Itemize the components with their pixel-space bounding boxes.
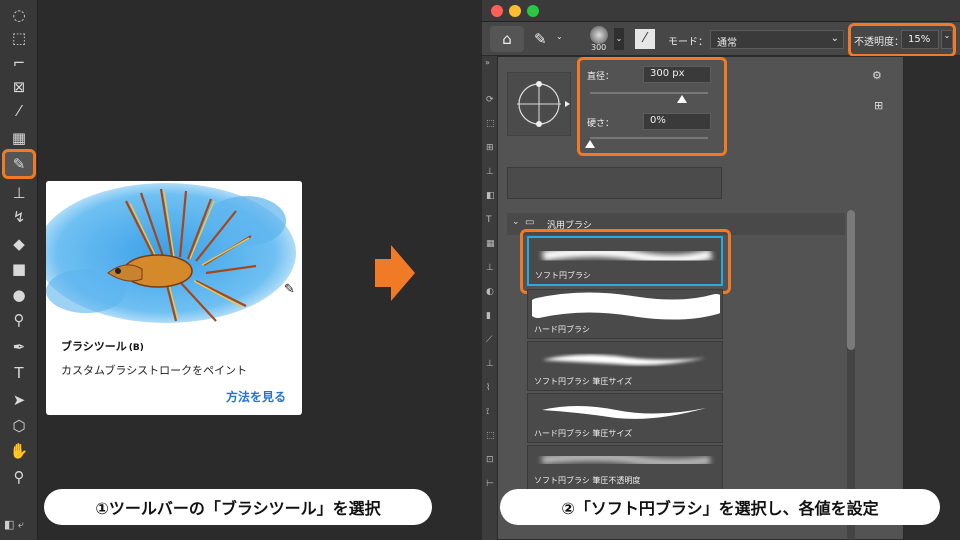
brush-label: ハード円ブラシ 筆圧サイズ (534, 429, 633, 438)
tooltip-description: カスタムブラシストロークをペイント (61, 364, 248, 377)
maximize-window-button[interactable] (527, 5, 539, 17)
clone-stamp-tool-icon[interactable]: ⊥ (7, 182, 31, 204)
new-preset-icon[interactable]: ⊞ (874, 99, 883, 112)
mode-label: モード： (668, 37, 708, 48)
crop-tool-icon[interactable]: ⌐ (7, 52, 31, 74)
lasso-tool-icon[interactable]: ◌ (7, 4, 31, 26)
soft-taper-stroke-preview (542, 354, 706, 366)
frame-tool-icon[interactable]: ⊠ (7, 76, 31, 98)
soft-opacity-stroke-preview (541, 452, 711, 468)
brush-settings-panel-icon[interactable]: ⁄ (635, 29, 655, 49)
hard-stroke-preview (532, 292, 720, 320)
minimize-window-button[interactable] (509, 5, 521, 17)
brush-tool-tooltip: ✎ ブラシツール (B) カスタムブラシストロークをペイント 方法を見る (46, 181, 302, 415)
canvas-area (904, 56, 960, 540)
expand-icon[interactable]: » (485, 58, 490, 67)
step2-caption: ②「ソフト円ブラシ」を選択し、各値を設定 (500, 489, 940, 525)
brush-angle-preview[interactable] (507, 72, 571, 136)
tooltip-shortcut: (B) (128, 343, 144, 353)
close-window-button[interactable] (491, 5, 503, 17)
zoom-tool-icon[interactable]: ⚲ (7, 466, 31, 488)
shape-tool-icon[interactable]: ⬡ (7, 415, 31, 437)
folder-icon: ▭ (525, 217, 535, 228)
eyedropper-tool-icon[interactable]: ⁄ (7, 100, 31, 122)
color-swap-icon[interactable]: ◧ ⤶ (4, 518, 24, 532)
collapsed-tool-glyphs: ⟳ ⬚ ⊞ ⊥ ◧ T ▦ ⊥ ◐ ▮ ⟋ ⊥ ⌇ ⟟ ⬚ ⊡ ⊢ (486, 95, 495, 489)
object-select-tool-icon[interactable]: ⬚ (7, 27, 31, 49)
scrollbar-thumb[interactable] (847, 210, 855, 350)
brush-size-display: 300 (591, 43, 607, 52)
brush-picker-chevron-icon[interactable]: ⌄ (614, 28, 624, 50)
path-select-tool-icon[interactable]: ➤ (7, 389, 31, 411)
tooltip-title: ブラシツール (B) (61, 340, 144, 353)
chevron-down-icon[interactable]: ⌄ (556, 32, 563, 41)
eraser-tool-icon[interactable]: ◆ (7, 233, 31, 255)
mode-select[interactable]: 通常 ⌄ (710, 30, 844, 49)
step1-caption: ①ツールバーの「ブラシツール」を選択 (44, 489, 432, 525)
blur-tool-icon[interactable]: ● (7, 284, 31, 306)
window-titlebar (482, 0, 960, 22)
healing-tool-icon[interactable]: ▦ (7, 127, 31, 149)
type-tool-icon[interactable]: T (7, 362, 31, 384)
gear-icon[interactable]: ⚙ (872, 69, 882, 82)
soft-round-highlight (520, 229, 731, 294)
tools-panel: ◌ ⬚ ⌐ ⊠ ⁄ ▦ ✎ ⊥ ↯ ◆ ■ ● ⚲ ✒ T ➤ ⬡ ✋ ⚲ ◧ ⤶ (0, 0, 38, 540)
svg-text:✎: ✎ (284, 282, 295, 297)
chevron-down-icon: ⌄ (512, 217, 520, 227)
hard-taper-stroke-preview (542, 406, 706, 419)
brush-label: ソフト円ブラシ 筆圧サイズ (534, 377, 633, 386)
opacity-highlight (848, 23, 956, 57)
brush-preset-hard-round-pressure-size[interactable]: ハード円ブラシ 筆圧サイズ (527, 393, 723, 443)
gradient-tool-icon[interactable]: ■ (7, 258, 31, 280)
dodge-tool-icon[interactable]: ⚲ (7, 309, 31, 331)
brush-preset-hard-round[interactable]: ハード円ブラシ (527, 289, 723, 339)
brush-preset-icon[interactable]: ✎ (534, 30, 547, 48)
mode-value: 通常 (717, 38, 737, 49)
lionfish-illustration: ✎ (46, 181, 302, 326)
home-icon[interactable]: ⌂ (490, 26, 524, 52)
size-hardness-highlight (577, 57, 727, 156)
history-brush-tool-icon[interactable]: ↯ (7, 206, 31, 228)
brush-tool-icon[interactable]: ✎ (2, 149, 36, 179)
brush-label: ハード円ブラシ (534, 325, 590, 334)
learn-how-link[interactable]: 方法を見る (226, 388, 286, 405)
hand-tool-icon[interactable]: ✋ (7, 440, 31, 462)
brush-preset-soft-round-pressure-size[interactable]: ソフト円ブラシ 筆圧サイズ (527, 341, 723, 391)
chevron-down-icon: ⌄ (830, 33, 839, 44)
right-arrow-icon (375, 245, 415, 301)
brush-size-preview[interactable] (590, 26, 608, 44)
brush-preset-soft-round-pressure-opacity[interactable]: ソフト円ブラシ 筆圧不透明度 (527, 445, 723, 490)
pen-tool-icon[interactable]: ✒ (7, 336, 31, 358)
search-presets-field[interactable] (507, 167, 722, 199)
brush-label: ソフト円ブラシ 筆圧不透明度 (534, 476, 641, 485)
